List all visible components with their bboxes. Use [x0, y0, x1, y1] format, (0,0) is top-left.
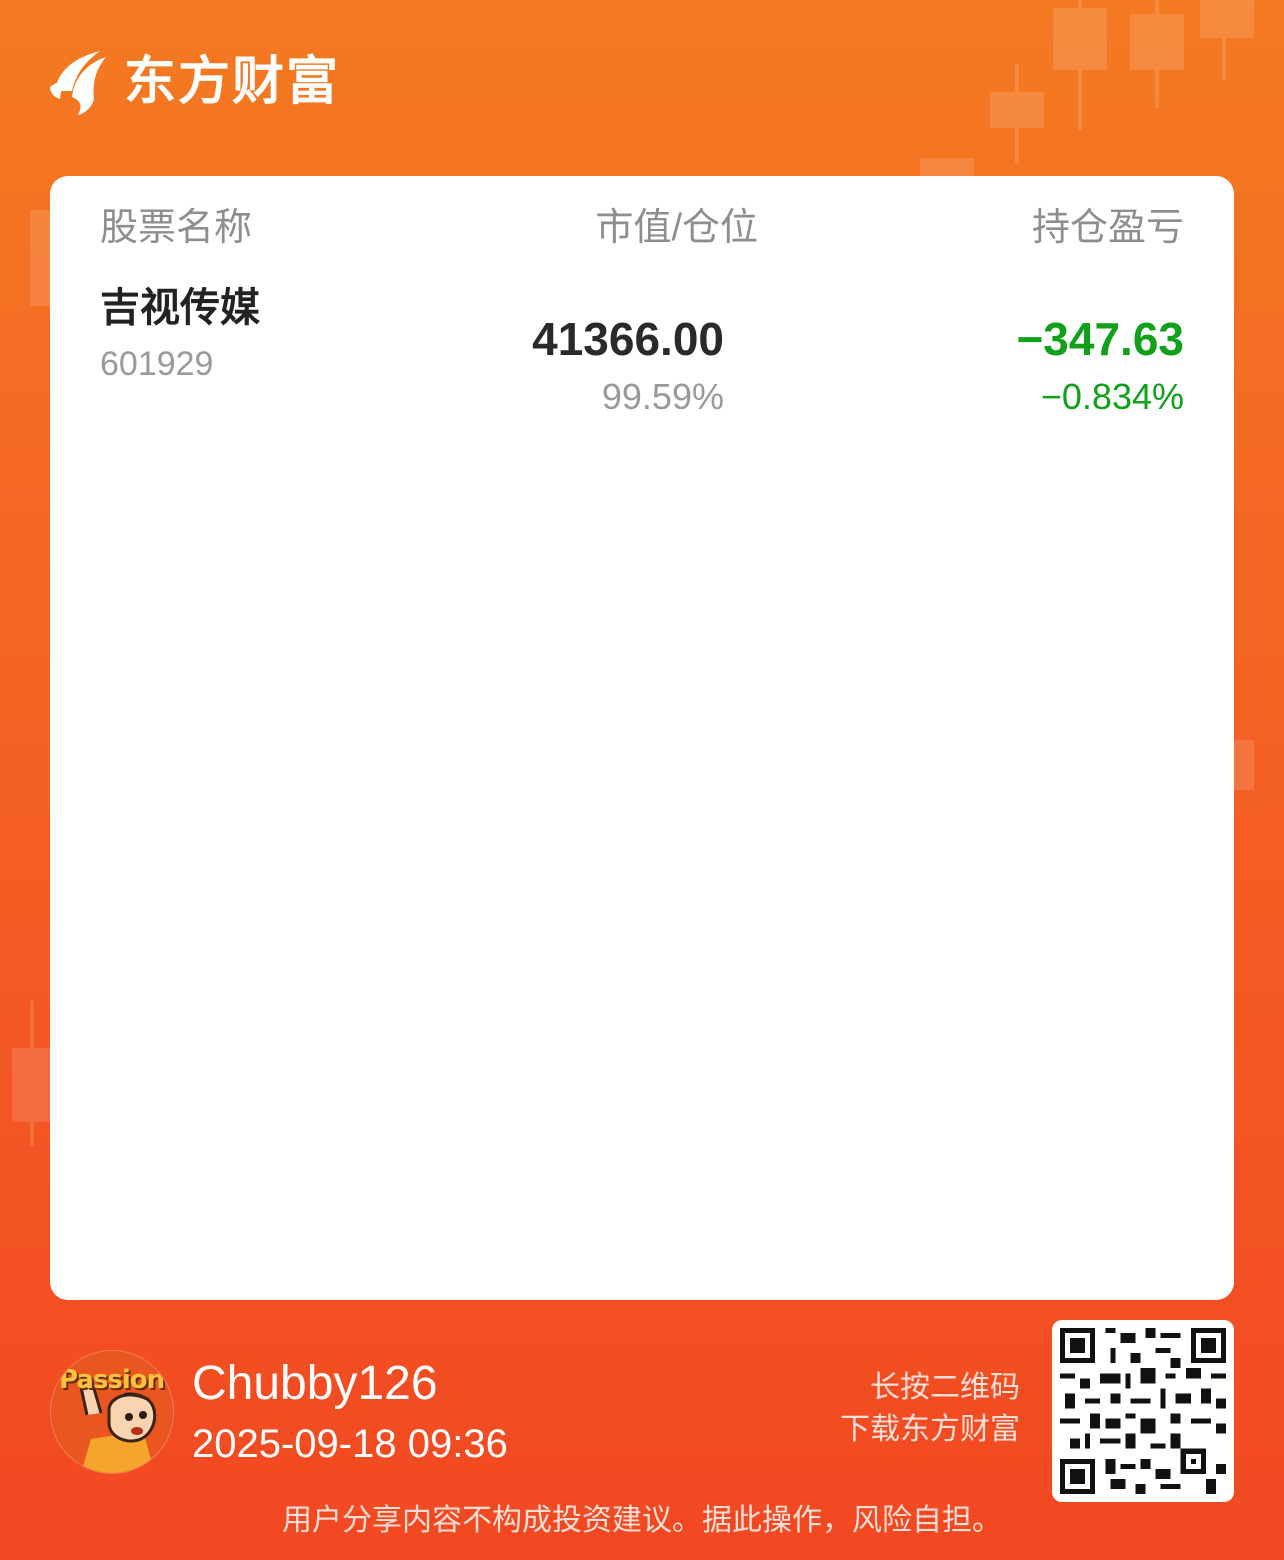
share-datetime: 2025-09-18 09:36	[192, 1422, 508, 1466]
avatar-passion-text: Passion	[59, 1365, 165, 1395]
avatar[interactable]: Passion	[50, 1350, 174, 1474]
qr-code[interactable]	[1052, 1320, 1234, 1502]
qr-hint-line1: 长按二维码	[870, 1371, 1020, 1404]
disclaimer: 用户分享内容不构成投资建议。据此操作，风险自担。	[282, 1504, 1002, 1537]
qr-hint-line2: 下载东方财富	[840, 1413, 1020, 1446]
market-value: 41366.00	[532, 313, 724, 365]
eastmoney-logo-icon	[50, 51, 106, 115]
position-percent: 99.59%	[601, 376, 724, 417]
profit-loss-percent: −0.834%	[1040, 376, 1184, 417]
brand-name: 东方财富	[124, 53, 341, 111]
username: Chubby126	[192, 1357, 438, 1410]
stock-code: 601929	[100, 345, 214, 383]
stock-name: 吉视传媒	[100, 286, 260, 330]
holdings-card: 股票名称 市值/仓位 持仓盈亏 吉视传媒 601929 41366.00 99.…	[50, 176, 1234, 1300]
brand-logo: 东方财富	[48, 46, 340, 118]
header-stock-name: 股票名称	[100, 207, 253, 249]
header-market-value: 市值/仓位	[595, 207, 758, 249]
qr-code-icon	[1060, 1328, 1226, 1494]
header-profit-loss: 持仓盈亏	[1031, 207, 1184, 249]
profit-loss-amount: −347.63	[1016, 313, 1184, 365]
